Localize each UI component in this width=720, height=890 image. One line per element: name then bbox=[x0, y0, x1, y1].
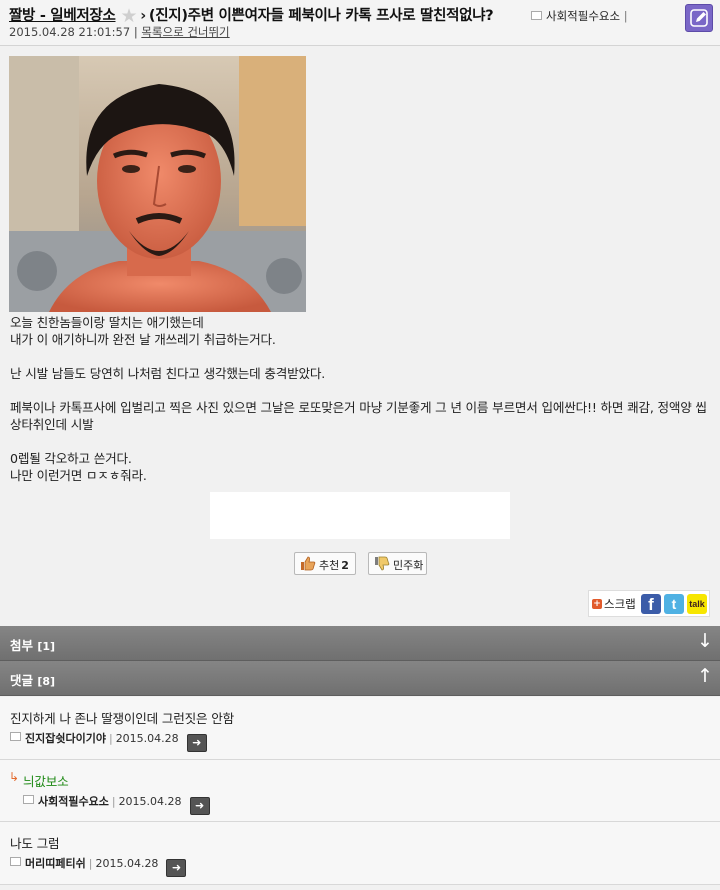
comment-item-reply: ↳ 늬값보소 사회적필수요소 | 2015.04.28 ➜ bbox=[0, 760, 720, 822]
attachments-toggle[interactable]: 첨부 [1] ↓ bbox=[0, 626, 720, 661]
arrow-up-icon: ↑ bbox=[697, 665, 713, 687]
post-author[interactable]: 사회적필수요소 | bbox=[531, 8, 628, 24]
comments-toggle[interactable]: 댓글 [8] ↑ bbox=[0, 661, 720, 696]
user-icon bbox=[531, 11, 542, 20]
post-date: 2015.04.28 21:01:57 bbox=[9, 25, 131, 39]
facebook-icon[interactable]: f bbox=[641, 594, 661, 614]
comment-text: 나도 그럼 bbox=[10, 836, 60, 851]
arrow-right-icon[interactable]: ➜ bbox=[166, 859, 187, 877]
downvote-label: 민주화 bbox=[393, 559, 424, 572]
skip-to-list-link[interactable]: 목록으로 건너뛰기 bbox=[141, 25, 229, 39]
user-icon bbox=[10, 732, 21, 741]
breadcrumb-separator: › bbox=[140, 8, 146, 24]
comment-meta: 머리띠페티쉬 | 2015.04.28 ➜ bbox=[10, 855, 187, 877]
user-icon bbox=[23, 795, 34, 804]
post-text-line: 내가 이 애기하니까 완전 날 개쓰레기 취급하는거다. bbox=[10, 332, 276, 347]
thumbs-down-icon bbox=[375, 556, 390, 571]
comment-text: 늬값보소 bbox=[23, 774, 69, 789]
plus-icon: + bbox=[592, 599, 602, 609]
upvote-label: 추천 bbox=[319, 559, 340, 572]
comment-date: 2015.04.28 bbox=[115, 732, 179, 745]
comment-author[interactable]: 사회적필수요소 bbox=[38, 795, 109, 808]
board-link[interactable]: 짤방 - 일베저장소 bbox=[9, 8, 116, 24]
post-image bbox=[9, 56, 306, 312]
reply-arrow-icon: ↳ bbox=[9, 770, 20, 784]
post-title: (진지)주변 이쁜여자들 페북이나 카톡 프사로 딸친적없냐? bbox=[148, 8, 494, 24]
post-author-name[interactable]: 사회적필수요소 bbox=[546, 9, 620, 23]
post-header: 짤방 - 일베저장소 ★ › (진지)주변 이쁜여자들 페북이나 카톡 프사로 딸친적… bbox=[0, 0, 720, 46]
comment-meta: 진지잡쉿다이기야 | 2015.04.28 ➜ bbox=[10, 730, 207, 752]
upvote-button[interactable]: 추천 2 bbox=[294, 552, 356, 575]
post-text-line: 나만 이런거면 ㅁㅈㅎ줘라. bbox=[10, 468, 147, 483]
post-text-line: 페북이나 카톡프사에 입벌리고 찍은 사진 있으면 그날은 로또맞은거 마냥 기… bbox=[10, 400, 707, 432]
comment-author[interactable]: 머리띠페티쉬 bbox=[25, 857, 86, 870]
comment-date: 2015.04.28 bbox=[95, 857, 159, 870]
ad-placeholder bbox=[210, 492, 510, 539]
scrap-button[interactable]: 스크랩 bbox=[604, 596, 636, 612]
kakaotalk-icon[interactable]: talk bbox=[687, 594, 707, 614]
comment-text: 진지하게 나 존나 딸쟁이인데 그런짓은 안함 bbox=[10, 711, 234, 726]
comment-author[interactable]: 진지잡쉿다이기야 bbox=[25, 732, 106, 745]
user-icon bbox=[10, 857, 21, 866]
comments-label: 댓글 bbox=[10, 673, 34, 688]
attachments-count: [1] bbox=[37, 640, 56, 653]
attachments-label: 첨부 bbox=[10, 638, 34, 653]
post-content: 오늘 친한놈들이랑 딸치는 애기했는데 내가 이 애기하니까 완전 날 개쓰레기… bbox=[10, 314, 712, 484]
arrow-right-icon[interactable]: ➜ bbox=[186, 734, 207, 752]
meta-separator: | bbox=[133, 25, 138, 39]
arrow-down-icon: ↓ bbox=[697, 630, 713, 652]
post-meta: 2015.04.28 21:01:57 | 목록으로 건너뛰기 bbox=[9, 24, 230, 40]
thumbs-up-icon bbox=[301, 556, 316, 571]
comments-count: [8] bbox=[37, 675, 56, 688]
share-bar: + 스크랩 f t talk bbox=[588, 590, 710, 617]
comment-item: 진지하게 나 존나 딸쟁이인데 그런짓은 안함 진지잡쉿다이기야 | 2015.04… bbox=[0, 697, 720, 760]
twitter-icon[interactable]: t bbox=[664, 594, 684, 614]
comment-date: 2015.04.28 bbox=[118, 795, 182, 808]
upvote-count: 2 bbox=[341, 559, 349, 572]
pencil-icon bbox=[690, 9, 708, 27]
post-text-line: 난 시발 남들도 당연히 나처럼 친다고 생각했는데 충격받았다. bbox=[10, 366, 326, 381]
arrow-right-icon[interactable]: ➜ bbox=[189, 797, 210, 815]
downvote-button[interactable]: 민주화 bbox=[368, 552, 427, 575]
post-text-line: 오늘 친한놈들이랑 딸치는 애기했는데 bbox=[10, 315, 204, 330]
edit-button[interactable] bbox=[685, 4, 713, 32]
post-text-line: 0렙될 각오하고 쓴거다. bbox=[10, 451, 132, 466]
comment-meta: 사회적필수요소 | 2015.04.28 ➜ bbox=[23, 793, 210, 815]
comment-item: 나도 그럼 머리띠페티쉬 | 2015.04.28 ➜ bbox=[0, 822, 720, 885]
